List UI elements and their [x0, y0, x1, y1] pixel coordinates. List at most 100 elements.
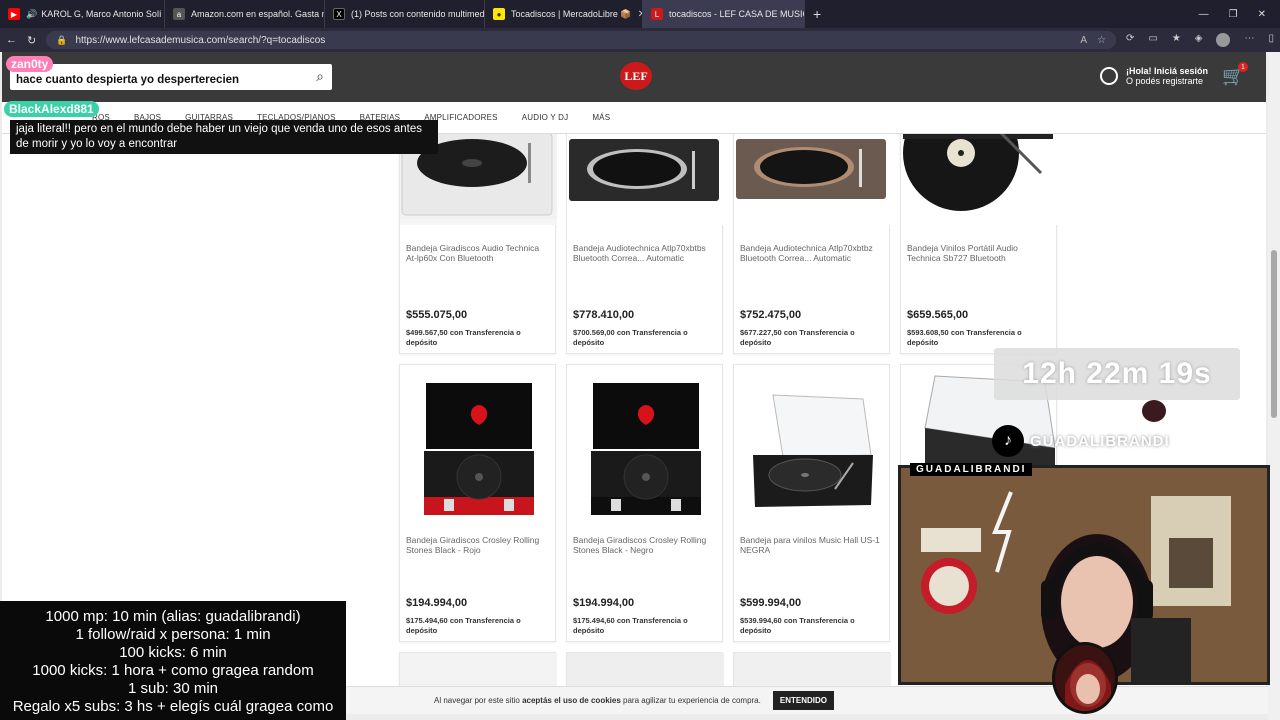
product-image [901, 134, 1058, 225]
site-logo[interactable]: LEF [620, 62, 652, 90]
transfer-amount: $677.227,50 [740, 328, 782, 337]
product-name[interactable]: Bandeja Audiotechnica Atlp70xbtbz Blueto… [740, 243, 885, 263]
transfer-amount: $593.608,50 [907, 328, 949, 337]
lef-icon: L [651, 8, 663, 20]
product-image [567, 653, 724, 686]
chat-username: BlackAlexd881 [4, 101, 99, 117]
product-name[interactable]: Bandeja para vinilos Music Hall US-1 NEG… [740, 535, 885, 555]
transfer-amount: $539.994,60 [740, 616, 782, 625]
transfer-price: $175.494,60 con Transferencia o depósito [406, 616, 551, 636]
cookie-text-post: para agilizar tu experiencia de compra. [620, 696, 761, 705]
product-card[interactable]: Bandeja para vinilos Music Hall US-1 NEG… [733, 364, 890, 642]
product-price: $752.475,00 [740, 309, 802, 321]
product-price: $599.994,00 [740, 597, 802, 609]
split-screen-icon[interactable]: ▭ [1148, 33, 1157, 47]
product-card[interactable] [566, 652, 724, 686]
transfer-price: $593.608,50 con Transferencia o depósito [907, 328, 1052, 348]
mercadolibre-icon: ● [493, 8, 505, 20]
webcam-label: GUADALIBRANDI [910, 463, 1033, 476]
account-register: O podés registrarte [1126, 76, 1204, 86]
product-card[interactable]: Bandeja Giradiscos Audio Technica At-lp6… [399, 134, 557, 354]
sidebar-toggle-icon[interactable]: ▯ [1268, 33, 1274, 47]
browser-tab-active[interactable]: L tocadiscos - LEF CASA DE MUSICA ✕ [643, 0, 805, 28]
product-price: $194.994,00 [573, 597, 635, 609]
browser-tab[interactable]: ● Tocadiscos | MercadoLibre 📦 ✕ [485, 0, 643, 28]
browser-tab[interactable]: X (1) Posts con contenido multimed ✕ [325, 0, 485, 28]
browser-essentials-icon[interactable]: ◈ [1195, 33, 1203, 47]
close-tab-icon[interactable]: ✕ [632, 9, 642, 20]
transfer-amount: $499.567,50 [406, 328, 448, 337]
cookie-text: Al navegar por este sitio aceptás el uso… [434, 696, 761, 705]
account-greeting: ¡Hola! Iniciá sesión [1126, 66, 1209, 76]
browser-tab-bar: ▶ 🔊 KAROL G, Marco Antonio Solí ✕ a Amaz… [0, 0, 1280, 28]
url-field[interactable]: 🔒 https://www.lefcasademusica.com/search… [46, 31, 1116, 49]
speaker-icon[interactable]: 🔊 [26, 9, 37, 20]
search-icon[interactable]: ⌕ [316, 68, 324, 85]
product-name[interactable]: Bandeja Vinilos Portátil Audio Technica … [907, 243, 1052, 263]
product-card[interactable]: Bandeja Audiotechnica Atlp70xbtbz Blueto… [733, 134, 891, 354]
product-image [734, 365, 891, 525]
product-card[interactable] [733, 652, 891, 686]
product-image [567, 134, 724, 225]
product-card[interactable] [399, 652, 557, 686]
cart-button[interactable]: 🛒 1 [1222, 62, 1248, 87]
nav-item[interactable]: AUDIO Y DJ [522, 113, 569, 122]
product-price: $659.565,00 [907, 309, 969, 321]
product-name[interactable]: Bandeja Giradiscos Crosley Rolling Stone… [573, 535, 718, 555]
x-icon: X [333, 8, 345, 20]
refresh-icon[interactable]: ↻ [27, 34, 36, 47]
tiktok-handle-overlay: ♪ GUADALIBRANDI [992, 425, 1170, 457]
product-image [734, 134, 891, 225]
goal-line: Regalo x5 subs: 3 hs + elegís cuál grage… [12, 698, 334, 715]
profile-avatar-icon[interactable] [1216, 33, 1231, 47]
more-menu-icon[interactable]: ⋯ [1244, 33, 1254, 47]
window-controls: — ❐ ✕ [1199, 9, 1280, 20]
amazon-icon: a [173, 8, 185, 20]
product-price: $778.410,00 [573, 309, 635, 321]
close-window-icon[interactable]: ✕ [1258, 9, 1266, 20]
favorites-icon[interactable]: ★ [1172, 33, 1181, 47]
accept-cookies-button[interactable]: ENTENDIDO [772, 691, 834, 710]
transfer-price: $677.227,50 con Transferencia o depósito [740, 328, 885, 348]
read-aloud-icon[interactable]: A [1080, 35, 1087, 46]
cookie-text-pre: Al navegar por este sitio [434, 696, 523, 705]
goal-line: 1 sub: 30 min [127, 680, 219, 697]
new-tab-icon[interactable]: + [805, 0, 829, 28]
back-icon[interactable]: ← [6, 34, 17, 46]
product-image [400, 653, 557, 686]
transfer-amount: $700.569,00 [573, 328, 615, 337]
tab-title: tocadiscos - LEF CASA DE MUSICA [669, 9, 805, 19]
transfer-price: $499.567,50 con Transferencia o depósito [406, 328, 551, 348]
scrollbar-thumb[interactable] [1271, 250, 1277, 418]
product-card[interactable]: Bandeja Vinilos Portátil Audio Technica … [900, 134, 1058, 354]
transfer-amount: $175.494,60 [573, 616, 615, 625]
extensions-icon[interactable]: ⟳ [1126, 33, 1134, 47]
browser-toolbar-icons: ⟳ ▭ ★ ◈ ⋯ ▯ [1126, 33, 1274, 47]
user-icon [1100, 67, 1118, 85]
cart-count-badge: 1 [1238, 62, 1248, 72]
favorite-star-icon[interactable]: ☆ [1097, 35, 1106, 46]
product-image [734, 653, 891, 686]
tab-title: Tocadiscos | MercadoLibre 📦 [511, 8, 632, 19]
url-text: https://www.lefcasademusica.com/search/?… [75, 34, 326, 46]
account-login[interactable]: ¡Hola! Iniciá sesión O podés registrarte [1100, 66, 1208, 86]
stream-goals-panel: 1000 mp: 10 min (alias: guadalibrandi) 1… [0, 601, 346, 720]
nav-item[interactable]: MÁS [592, 113, 610, 122]
product-price: $555.075,00 [406, 309, 468, 321]
youtube-icon: ▶ [8, 8, 20, 20]
product-name[interactable]: Bandeja Audiotechnica Atlp70xbtbs Blueto… [573, 243, 718, 263]
product-card[interactable]: Bandeja Giradiscos Crosley Rolling Stone… [566, 364, 723, 642]
maximize-icon[interactable]: ❐ [1229, 9, 1238, 20]
browser-tab[interactable]: a Amazon.com en español. Gasta m ✕ [165, 0, 325, 28]
minimize-icon[interactable]: — [1199, 9, 1209, 20]
product-name[interactable]: Bandeja Giradiscos Audio Technica At-lp6… [406, 243, 551, 263]
product-card[interactable]: Bandeja Giradiscos Crosley Rolling Stone… [399, 364, 556, 642]
product-card[interactable]: Bandeja Audiotechnica Atlp70xbtbs Blueto… [566, 134, 724, 354]
product-price: $194.994,00 [406, 597, 468, 609]
browser-tab[interactable]: ▶ 🔊 KAROL G, Marco Antonio Solí ✕ [0, 0, 165, 28]
tiktok-icon: ♪ [992, 425, 1024, 457]
chat-username: zan0ty [6, 56, 54, 72]
product-name[interactable]: Bandeja Giradiscos Crosley Rolling Stone… [406, 535, 551, 555]
transfer-amount: $175.494,60 [406, 616, 448, 625]
url-actions: A ☆ [1080, 35, 1106, 46]
